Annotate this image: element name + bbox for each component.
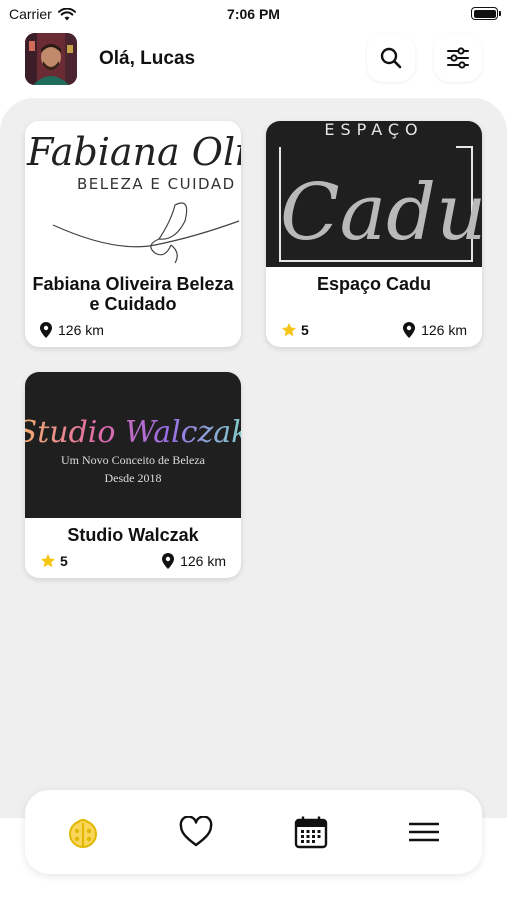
logo-script-text: Studio Walczak bbox=[25, 415, 241, 450]
nav-item-favorites[interactable] bbox=[176, 812, 216, 852]
battery-icon bbox=[471, 7, 501, 20]
distance-label: 126 km bbox=[421, 322, 467, 338]
salon-distance: 126 km bbox=[403, 322, 467, 338]
status-time: 7:06 PM bbox=[227, 6, 280, 22]
salon-meta: 5 126 km bbox=[281, 321, 467, 339]
menu-icon bbox=[409, 822, 439, 842]
location-pin-icon bbox=[40, 322, 52, 338]
nav-item-schedule[interactable] bbox=[291, 812, 331, 852]
logo-script-text: Fabiana Oli bbox=[26, 130, 241, 174]
status-bar: Carrier 7:06 PM bbox=[0, 0, 507, 28]
salon-rating: 5 bbox=[40, 553, 68, 569]
salon-name: Studio Walczak bbox=[67, 525, 199, 545]
bottom-nav bbox=[25, 790, 482, 874]
distance-label: 126 km bbox=[180, 553, 226, 569]
logo-script-text: Cadu bbox=[280, 168, 482, 258]
salon-list: Fabiana Oli BELEZA E CUIDAD Fabiana Oliv… bbox=[0, 98, 507, 818]
search-icon bbox=[380, 47, 402, 69]
greeting-text: Olá, Lucas bbox=[99, 48, 196, 69]
salon-distance: 126 km bbox=[40, 322, 104, 338]
logo-year-text: Desde 2018 bbox=[105, 471, 162, 485]
salon-name: Espaço Cadu bbox=[316, 274, 432, 294]
salon-card-studio-walczak[interactable]: Studio Walczak Um Novo Conceito de Belez… bbox=[25, 372, 241, 578]
salon-card-espaco-cadu[interactable]: ESPAÇO Cadu Espaço Cadu 5 126 km bbox=[266, 121, 482, 347]
location-pin-icon bbox=[162, 553, 175, 569]
logo-title-text: ESPAÇO bbox=[324, 121, 423, 139]
location-pin-icon bbox=[403, 322, 416, 338]
salon-card-fabiana[interactable]: Fabiana Oli BELEZA E CUIDAD Fabiana Oliv… bbox=[25, 121, 241, 347]
logo-subtitle-text: BELEZA E CUIDAD bbox=[77, 175, 236, 193]
logo-subtitle-text: Um Novo Conceito de Beleza bbox=[61, 453, 206, 467]
salon-rating: 5 bbox=[281, 322, 309, 338]
salon-logo: ESPAÇO Cadu bbox=[266, 121, 482, 267]
calendar-icon bbox=[294, 816, 328, 849]
star-icon bbox=[41, 554, 55, 568]
star-icon bbox=[282, 323, 296, 337]
distance-label: 126 km bbox=[58, 322, 104, 338]
salon-name: Fabiana Oliveira Beleza e Cuidado bbox=[32, 274, 234, 314]
filter-button[interactable] bbox=[434, 34, 482, 82]
ladybug-icon bbox=[69, 818, 97, 848]
salon-meta: 5 126 km bbox=[40, 552, 226, 570]
avatar[interactable] bbox=[25, 33, 77, 85]
search-button[interactable] bbox=[367, 34, 415, 82]
rating-value: 5 bbox=[301, 322, 309, 338]
salon-meta: 126 km bbox=[40, 321, 226, 339]
header: Olá, Lucas bbox=[25, 33, 482, 85]
sliders-icon bbox=[447, 47, 469, 69]
heart-icon bbox=[179, 816, 213, 847]
nav-item-home[interactable] bbox=[63, 812, 103, 852]
rating-value: 5 bbox=[60, 553, 68, 569]
nav-item-menu[interactable] bbox=[404, 812, 444, 852]
salon-logo: Fabiana Oli BELEZA E CUIDAD bbox=[25, 121, 241, 267]
salon-logo: Studio Walczak Um Novo Conceito de Belez… bbox=[25, 372, 241, 518]
salon-distance: 126 km bbox=[162, 553, 226, 569]
